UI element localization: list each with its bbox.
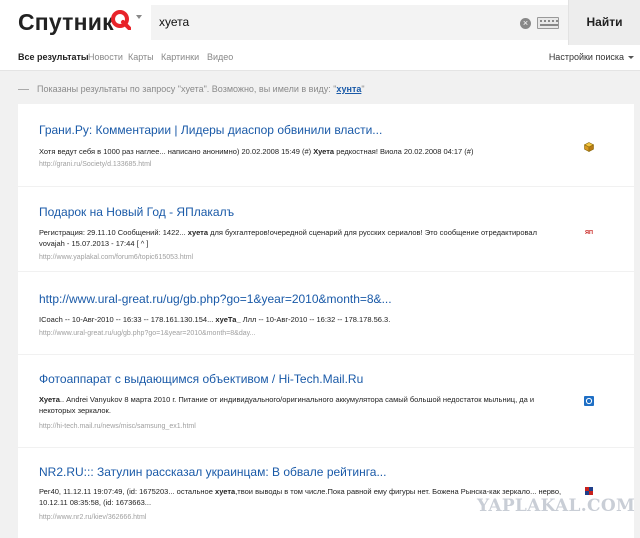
keyboard-icon[interactable] (537, 17, 559, 29)
result-url[interactable]: http://hi-tech.mail.ru/news/misc/samsung… (39, 423, 196, 430)
result-card: Грани.Ру: Комментарии | Лидеры диаспор о… (18, 104, 634, 186)
snippet-highlight: Хуета (39, 395, 60, 404)
svg-text:ЯП: ЯП (585, 230, 593, 236)
result-snippet: Хуета.. Andrei Vanyukov 8 марта 2010 г. … (39, 394, 564, 416)
clear-icon[interactable]: × (520, 18, 531, 29)
suggestion-link[interactable]: хунта (336, 84, 361, 94)
notice-tail: " (361, 84, 365, 94)
result-card: http://www.ural-great.ru/ug/gb.php?go=1&… (18, 272, 634, 354)
result-url[interactable]: http://grani.ru/Society/d.133685.html (39, 161, 151, 168)
result-snippet: Регистрация: 29.11.10 Сообщений: 1422...… (39, 227, 564, 249)
result-card: Подарок на Новый Год - ЯПлакалъ Регистра… (18, 187, 634, 271)
sputnik-q-icon[interactable] (111, 10, 131, 30)
notice-text: Показаны результаты по запросу "хуета". … (37, 84, 337, 94)
result-snippet: ICoach -- 10-Авг-2010 -- 16:33 -- 178.16… (39, 314, 564, 325)
box-icon (584, 142, 594, 152)
result-title-link[interactable]: Подарок на Новый Год - ЯПлакалъ (39, 205, 234, 219)
tab-news[interactable]: Новости (88, 52, 123, 62)
header-bar: Спутник хуета × Найти (0, 0, 640, 45)
snippet-highlight: хуета (214, 487, 236, 496)
search-tabs: Все результаты Новости Карты Картинки Ви… (0, 45, 640, 71)
results-list: Грани.Ру: Комментарии | Лидеры диаспор о… (18, 104, 634, 538)
result-title-link[interactable]: Грани.Ру: Комментарии | Лидеры диаспор о… (39, 123, 382, 137)
result-url[interactable]: http://www.nr2.ru/kiev/362666.html (39, 514, 146, 521)
yap-icon: ЯП (584, 229, 594, 236)
search-settings-label: Настройки поиска (548, 52, 624, 62)
mail-icon (584, 396, 594, 406)
snippet-text: редкостная! Виола 20.02.2008 04:17 (#) (334, 147, 474, 156)
find-button[interactable]: Найти (568, 0, 640, 45)
watermark: YAPLAKAL.COM (477, 496, 636, 516)
search-query[interactable]: хуета (159, 15, 189, 29)
result-snippet: Хотя ведут себя в 1000 раз наглее... нап… (39, 146, 564, 157)
result-title-link[interactable]: http://www.ural-great.ru/ug/gb.php?go=1&… (39, 292, 392, 306)
snippet-highlight: Хуета (313, 147, 335, 156)
result-url[interactable]: http://www.yaplakal.com/forum6/topic6150… (39, 254, 193, 261)
dash-divider (18, 89, 29, 91)
snippet-text: .. Andrei Vanyukov 8 марта 2010 г. Питан… (39, 395, 535, 415)
search-input[interactable]: хуета × (151, 5, 568, 40)
snippet-text: Ллл -- 10-Авг-2010 -- 16:32 -- 178.178.5… (240, 315, 391, 324)
search-settings-button[interactable]: Настройки поиска (549, 52, 634, 62)
snippet-text: Регистрация: 29.11.10 Сообщений: 1422... (39, 228, 188, 237)
result-title-link[interactable]: NR2.RU::: Затулин рассказал украинцам: В… (39, 465, 386, 479)
snippet-text: ICoach -- 10-Авг-2010 -- 16:33 -- 178.16… (39, 315, 216, 324)
tab-video[interactable]: Видео (207, 52, 233, 62)
snippet-highlight: хуеТа_ (215, 315, 241, 324)
logo-dropdown-icon[interactable] (136, 15, 142, 19)
tab-maps[interactable]: Карты (128, 52, 154, 62)
result-card: Фотоаппарат с выдающимся объективом / Hi… (18, 355, 634, 447)
snippet-text: Хотя ведут себя в 1000 раз наглее... нап… (39, 147, 314, 156)
result-card: NR2.RU::: Затулин рассказал украинцам: В… (18, 448, 634, 538)
chevron-down-icon (628, 56, 634, 60)
spelling-notice: Показаны результаты по запросу "хуета". … (18, 84, 365, 94)
tab-images[interactable]: Картинки (161, 52, 199, 62)
result-title-link[interactable]: Фотоаппарат с выдающимся объективом / Hi… (39, 372, 363, 386)
nr2-icon (584, 486, 594, 496)
snippet-highlight: хуета (187, 228, 209, 237)
tab-all-results[interactable]: Все результаты (18, 52, 89, 62)
logo[interactable]: Спутник (18, 9, 114, 36)
result-url[interactable]: http://www.ural-great.ru/ug/gb.php?go=1&… (39, 330, 255, 337)
snippet-text: Рег40, 11.12.11 19:07:49, (id: 1675203..… (39, 487, 215, 496)
